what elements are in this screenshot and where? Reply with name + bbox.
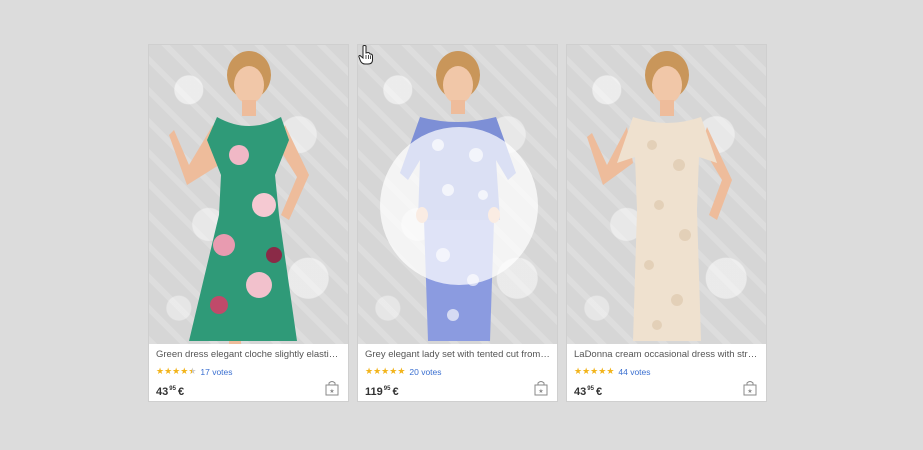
product-price: 43 95 € [156,386,184,398]
star-icon: ★ [606,366,615,376]
product-card[interactable]: Grey elegant lady set with tented cut fr… [357,44,558,402]
price-currency: € [177,386,185,398]
hover-highlight [380,127,538,285]
product-grid: Green dress elegant cloche slightly elas… [148,44,767,402]
product-info: LaDonna cream occasional dress with stra… [567,344,766,401]
star-icon: ★ [574,366,583,376]
product-photo[interactable] [567,45,766,344]
svg-text:★: ★ [747,388,752,395]
price-currency: € [392,386,399,398]
product-card[interactable]: LaDonna cream occasional dress with stra… [566,44,767,402]
star-icon: ★ [590,366,599,376]
shopping-bag-icon[interactable]: ★ [743,380,757,396]
rating-stars: ★ ★ ★ ★ ★ [365,367,405,376]
votes-link[interactable]: 17 votes [200,367,232,377]
price-main: 43 [574,386,587,398]
star-icon: ★ [164,366,173,376]
product-rating: ★ ★ ★ ★ ★ 17 votes [156,366,341,377]
votes-link[interactable]: 44 votes [618,367,650,377]
product-title[interactable]: LaDonna cream occasional dress with stra… [574,349,759,361]
star-icon: ★ [365,366,374,376]
votes-link[interactable]: 20 votes [409,367,441,377]
product-card[interactable]: Green dress elegant cloche slightly elas… [148,44,349,402]
model-cream-dress-image [587,51,732,341]
star-icon: ★ [381,366,390,376]
product-info: Grey elegant lady set with tented cut fr… [358,344,557,401]
star-icon: ★ [598,366,607,376]
price-cents: 95 [587,386,594,392]
star-icon: ★ [156,366,165,376]
star-icon: ★ [373,366,382,376]
product-rating: ★ ★ ★ ★ ★ 20 votes [365,366,550,377]
price-main: 43 [156,386,169,398]
svg-text:★: ★ [329,388,334,395]
star-icon: ★ [397,366,406,376]
price-main: 119 [365,386,383,398]
product-info: Green dress elegant cloche slightly elas… [149,344,348,401]
svg-text:★: ★ [538,388,543,395]
star-icon: ★ [188,366,197,376]
star-icon: ★ [180,366,189,376]
star-icon: ★ [389,366,398,376]
rating-stars: ★ ★ ★ ★ ★ [156,367,196,376]
product-title[interactable]: Green dress elegant cloche slightly elas… [156,349,341,361]
price-cents: 95 [169,386,176,392]
shopping-bag-icon[interactable]: ★ [534,380,548,396]
product-price: 119 95 € [365,386,399,398]
product-photo[interactable] [358,45,557,344]
product-price: 43 95 € [574,386,602,398]
price-cents: 95 [383,386,391,392]
hand-pointer-icon [358,45,373,65]
shopping-bag-icon[interactable]: ★ [325,380,339,396]
rating-stars: ★ ★ ★ ★ ★ [574,367,614,376]
price-currency: € [595,386,603,398]
product-rating: ★ ★ ★ ★ ★ 44 votes [574,366,759,377]
product-title[interactable]: Grey elegant lady set with tented cut fr… [365,349,550,361]
star-icon: ★ [172,366,181,376]
product-photo[interactable] [149,45,348,344]
model-green-dress-image [169,51,309,344]
star-icon: ★ [582,366,591,376]
